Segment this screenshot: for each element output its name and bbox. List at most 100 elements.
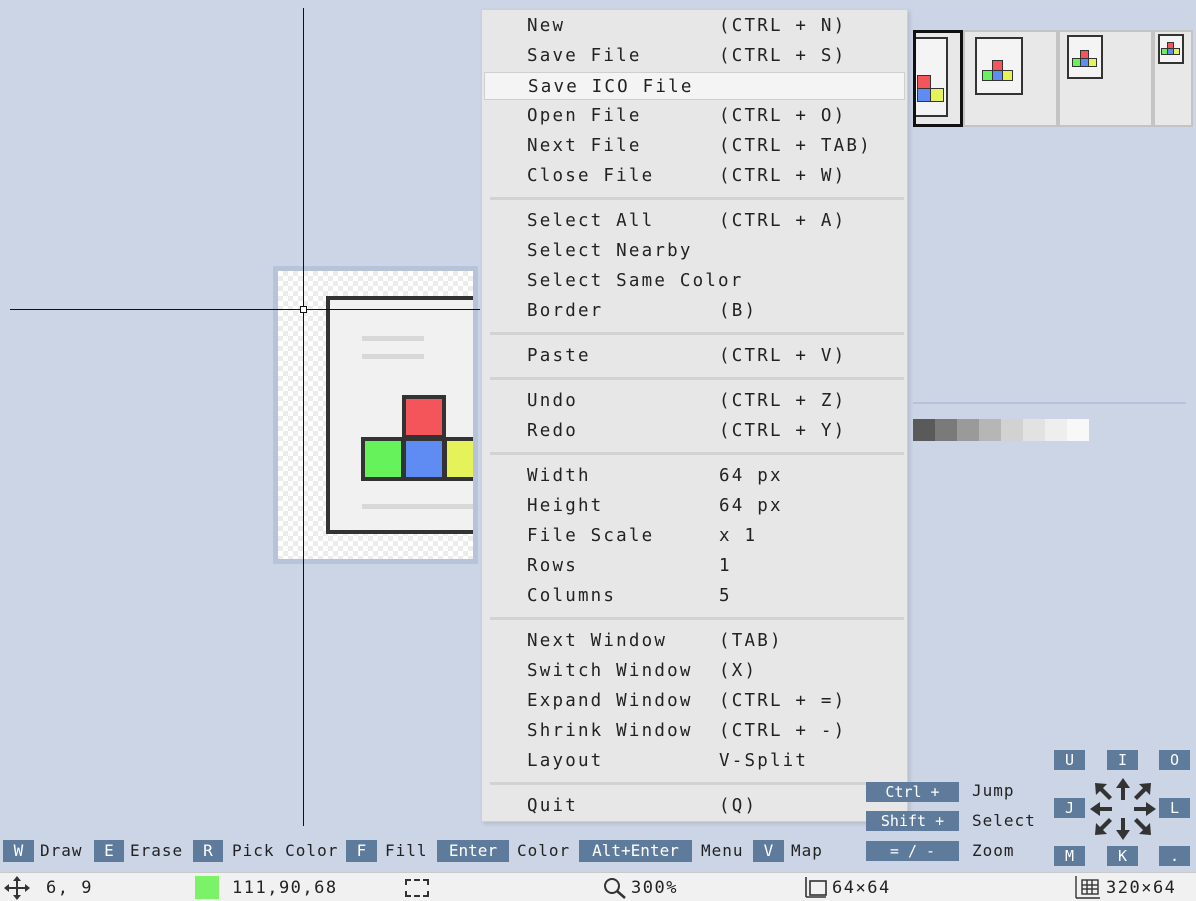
menu-item-expand-window[interactable]: Expand Window (CTRL + =) [484, 687, 905, 715]
eight-way-arrows-icon[interactable] [1090, 778, 1156, 840]
menu-item-label: Close File [527, 166, 655, 186]
menu-item-label: Shrink Window [527, 721, 693, 741]
key-ctrl-modifier[interactable]: Ctrl + [866, 782, 959, 802]
menu-item-label: Next Window [527, 631, 668, 651]
menu-item-shortcut: x 1 [719, 526, 758, 546]
key-shift-modifier[interactable]: Shift + [866, 811, 959, 831]
menu-item-new[interactable]: New (CTRL + N) [484, 12, 905, 40]
doc-text-line [362, 336, 424, 341]
palette-swatch[interactable] [935, 419, 957, 441]
menu-item-label: File Scale [527, 526, 655, 546]
hint-label-draw: Draw [40, 841, 83, 860]
key-m[interactable]: M [1054, 846, 1085, 866]
key-k[interactable]: K [1107, 846, 1138, 866]
palette-swatch[interactable] [913, 419, 935, 441]
key-dot[interactable]: . [1159, 846, 1190, 866]
palette-swatch[interactable] [957, 419, 979, 441]
menu-separator [490, 782, 904, 785]
thumb-pixel [1088, 58, 1097, 67]
menu-item-next-file[interactable]: Next File (CTRL + TAB) [484, 132, 905, 160]
palette-swatch[interactable] [1045, 419, 1067, 441]
menu-item-shrink-window[interactable]: Shrink Window (CTRL + -) [484, 717, 905, 745]
menu-item-label: Redo [527, 421, 578, 441]
menu-item-label: Select All [527, 211, 655, 231]
thumb-pixel [1002, 70, 1013, 81]
thumbnail-2[interactable] [963, 30, 1058, 127]
key-l[interactable]: L [1159, 798, 1190, 818]
menu-separator [490, 332, 904, 335]
menu-item-label: Layout [527, 751, 604, 771]
select-label: Select [972, 811, 1036, 830]
magnifier-icon [604, 878, 626, 899]
thumbnail-3[interactable] [1058, 30, 1153, 127]
menu-item-height[interactable]: Height 64 px [484, 492, 905, 520]
current-color-chip[interactable] [195, 876, 219, 899]
menu-item-label: Height [527, 496, 604, 516]
hint-key-erase[interactable]: E [94, 840, 124, 862]
palette-swatch[interactable] [979, 419, 1001, 441]
menu-item-label: Columns [527, 586, 617, 606]
palette-swatch[interactable] [1023, 419, 1045, 441]
palette-swatches [913, 419, 1089, 441]
sheet-grid-icon [1075, 876, 1100, 899]
menu-item-switch-window[interactable]: Switch Window (X) [484, 657, 905, 685]
hint-label-menu: Menu [701, 841, 744, 860]
menu-item-save-file[interactable]: Save File (CTRL + S) [484, 42, 905, 70]
doc-text-line [362, 504, 473, 509]
menu-item-quit[interactable]: Quit (Q) [484, 792, 905, 820]
menu-item-next-window[interactable]: Next Window (TAB) [484, 627, 905, 655]
menu-item-label: Save File [527, 46, 642, 66]
pixel-editor-app: New (CTRL + N) Save File (CTRL + S) Save ICO… [0, 0, 1196, 901]
thumbnail-1[interactable] [913, 30, 963, 127]
menu-item-shortcut: (CTRL + O) [719, 106, 847, 126]
hint-label-erase: Erase [130, 841, 184, 860]
thumb-pixel [917, 75, 931, 89]
thumbnail-4[interactable] [1153, 30, 1193, 127]
sheet-size: 320×64 [1106, 878, 1177, 898]
hint-key-color[interactable]: Enter [437, 840, 509, 862]
menu-item-shortcut: (CTRL + A) [719, 211, 847, 231]
menu-item-save-ico-file[interactable]: Save ICO File [484, 72, 905, 100]
hint-key-fill[interactable]: F [346, 840, 377, 862]
key-j[interactable]: J [1054, 798, 1085, 818]
hint-key-pick-color[interactable]: R [193, 840, 223, 862]
menu-item-columns[interactable]: Columns 5 [484, 582, 905, 610]
hint-key-map[interactable]: V [753, 840, 784, 862]
shortcut-hint-bar: W Draw E Erase R Pick Color F Fill Enter Color Alt… [0, 838, 900, 862]
menu-item-shortcut: 1 [719, 556, 732, 576]
menu-item-rows[interactable]: Rows 1 [484, 552, 905, 580]
menu-item-shortcut: (X) [719, 661, 758, 681]
hint-label-color: Color [517, 841, 571, 860]
menu-item-file-scale[interactable]: File Scale x 1 [484, 522, 905, 550]
hint-key-menu[interactable]: Alt+Enter [579, 840, 692, 862]
menu-separator [490, 197, 904, 200]
thumb-pixel [930, 88, 944, 102]
key-u[interactable]: U [1054, 750, 1085, 770]
menu-item-paste[interactable]: Paste (CTRL + V) [484, 342, 905, 370]
menu-item-label: Switch Window [527, 661, 693, 681]
menu-item-open-file[interactable]: Open File (CTRL + O) [484, 102, 905, 130]
menu-item-redo[interactable]: Redo (CTRL + Y) [484, 417, 905, 445]
menu-item-border[interactable]: Border (B) [484, 297, 905, 325]
key-i[interactable]: I [1107, 750, 1138, 770]
menu-item-shortcut: 64 px [719, 496, 783, 516]
menu-item-select-all[interactable]: Select All (CTRL + A) [484, 207, 905, 235]
menu-item-shortcut: (CTRL + -) [719, 721, 847, 741]
canvas-document-drawing [326, 296, 473, 534]
hint-key-draw[interactable]: W [3, 840, 34, 862]
menu-item-shortcut: (CTRL + =) [719, 691, 847, 711]
palette-swatch[interactable] [1067, 419, 1089, 441]
menu-item-layout[interactable]: Layout V-Split [484, 747, 905, 775]
menu-item-close-file[interactable]: Close File (CTRL + W) [484, 162, 905, 190]
menu-item-undo[interactable]: Undo (CTRL + Z) [484, 387, 905, 415]
menu-item-width[interactable]: Width 64 px [484, 462, 905, 490]
palette-swatch[interactable] [1001, 419, 1023, 441]
menu-item-shortcut: (CTRL + V) [719, 346, 847, 366]
menu-item-select-same-color[interactable]: Select Same Color [484, 267, 905, 295]
key-o[interactable]: O [1159, 750, 1190, 770]
menu-item-shortcut: 64 px [719, 466, 783, 486]
menu-item-select-nearby[interactable]: Select Nearby [484, 237, 905, 265]
main-menu: New (CTRL + N) Save File (CTRL + S) Save ICO… [481, 9, 908, 822]
zoom-level: 300% [631, 878, 678, 898]
crosshair-center [300, 306, 307, 313]
